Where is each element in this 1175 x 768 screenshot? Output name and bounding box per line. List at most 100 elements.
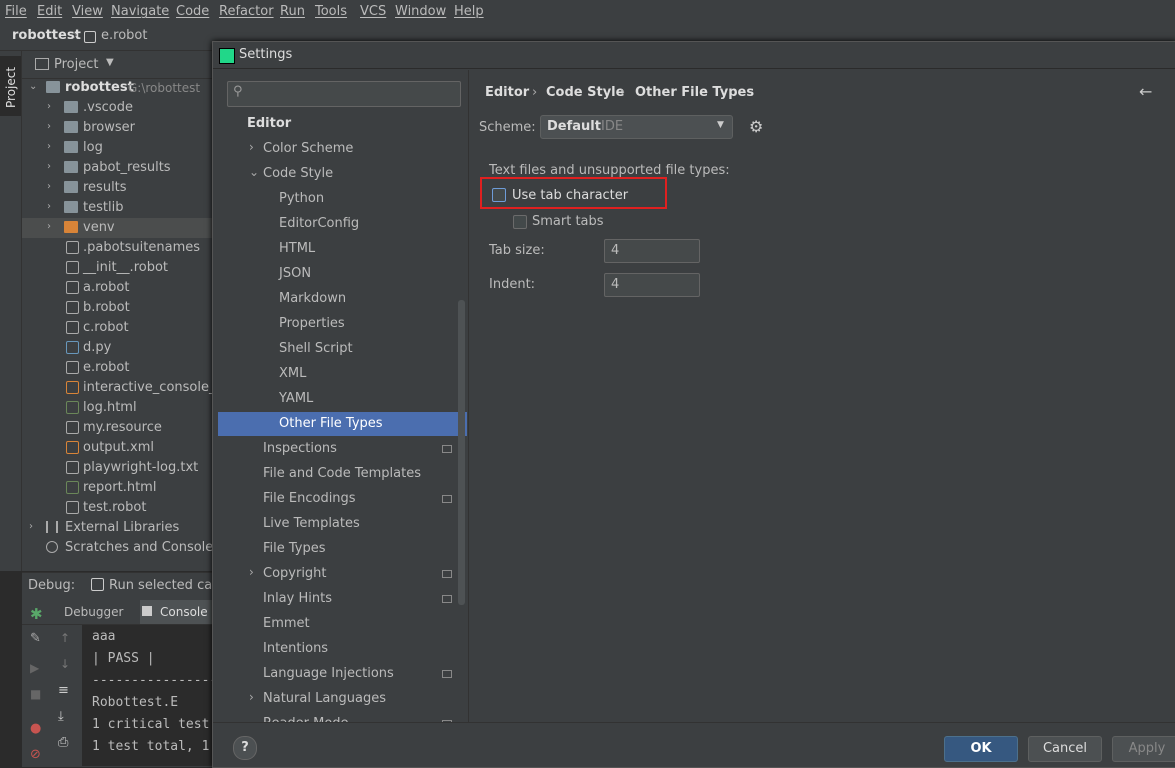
tree-external-libraries[interactable]: › External Libraries [22, 518, 222, 538]
menu-help[interactable]: Help [454, 4, 484, 19]
stop-icon[interactable]: ■ [30, 687, 41, 701]
nav-item[interactable]: Properties [218, 312, 467, 336]
use-tab-label[interactable]: Use tab character [512, 188, 628, 203]
nav-item[interactable]: Shell Script [218, 337, 467, 361]
chevron-right-icon[interactable]: › [47, 101, 51, 112]
breakpoints-icon[interactable]: ● [30, 721, 41, 736]
chevron-down-icon[interactable]: ⌄ [249, 165, 259, 179]
scheme-select[interactable]: Default IDE ▼ [540, 115, 733, 139]
tree-item[interactable]: playwright-log.txt [22, 458, 222, 478]
menu-file[interactable]: File [5, 4, 27, 19]
chevron-right-icon[interactable]: › [249, 690, 254, 704]
chevron-right-icon[interactable]: › [47, 141, 51, 152]
arrow-down-icon[interactable]: ↓ [60, 657, 70, 671]
gear-icon[interactable]: ⚙ [749, 117, 763, 136]
tree-item[interactable]: › .vscode [22, 98, 222, 118]
nav-item[interactable]: › Natural Languages [218, 687, 467, 711]
nav-file[interactable]: e.robot [101, 28, 147, 43]
menu-refactor[interactable]: Refactor [219, 4, 274, 19]
nav-item[interactable]: Inspections [218, 437, 467, 461]
menu-edit[interactable]: Edit [37, 4, 62, 19]
tree-scratches[interactable]: Scratches and Consoles [22, 538, 222, 558]
nav-item[interactable]: Language Injections [218, 662, 467, 686]
nav-item[interactable]: Markdown [218, 287, 467, 311]
tree-item[interactable]: › browser [22, 118, 222, 138]
tree-item[interactable]: › venv [22, 218, 222, 238]
nav-item[interactable]: Inlay Hints [218, 587, 467, 611]
use-tab-checkbox[interactable] [492, 188, 506, 202]
arrow-up-icon[interactable]: ↑ [60, 631, 70, 645]
tree-item[interactable]: interactive_console_ou [22, 378, 222, 398]
menu-run[interactable]: Run [280, 4, 305, 19]
tree-item[interactable]: › testlib [22, 198, 222, 218]
help-button[interactable]: ? [233, 736, 257, 760]
tree-item[interactable]: __init__.robot [22, 258, 222, 278]
tree-root[interactable]: ⌄ robottest G:\robottest [22, 78, 222, 98]
smart-tabs-checkbox[interactable] [513, 215, 527, 229]
mute-breakpoints-icon[interactable]: ⊘ [30, 747, 41, 762]
chevron-right-icon[interactable]: › [47, 121, 51, 132]
tree-item[interactable]: › log [22, 138, 222, 158]
print-icon[interactable]: ⎙ [58, 735, 68, 750]
resume-icon[interactable]: ▶ [30, 661, 39, 675]
console-output[interactable]: aaa | PASS | ---------------- Robottest.E 1 … [82, 625, 222, 766]
chevron-right-icon[interactable]: › [29, 521, 33, 532]
nav-item[interactable]: File and Code Templates [218, 462, 467, 486]
tree-item[interactable]: test.robot [22, 498, 222, 518]
tree-item[interactable]: b.robot [22, 298, 222, 318]
project-tool-tab[interactable]: Project [0, 56, 21, 116]
menu-tools[interactable]: Tools [315, 4, 347, 19]
chevron-down-icon[interactable]: ▼ [106, 57, 114, 68]
cancel-button[interactable]: Cancel [1028, 736, 1102, 762]
nav-item[interactable]: Emmet [218, 612, 467, 636]
ok-button[interactable]: OK [944, 736, 1018, 762]
tree-item[interactable]: .pabotsuitenames [22, 238, 222, 258]
menu-vcs[interactable]: VCS [360, 4, 386, 19]
nav-item[interactable]: Python [218, 187, 467, 211]
nav-item[interactable]: Other File Types [218, 412, 467, 436]
back-arrow-icon[interactable]: ← [1139, 82, 1152, 101]
project-header-label[interactable]: Project [54, 57, 98, 72]
nav-item[interactable]: HTML [218, 237, 467, 261]
tree-item[interactable]: report.html [22, 478, 222, 498]
nav-project[interactable]: robottest [12, 28, 81, 43]
tree-item[interactable]: my.resource [22, 418, 222, 438]
tree-item[interactable]: a.robot [22, 278, 222, 298]
smart-tabs-label[interactable]: Smart tabs [532, 214, 604, 229]
nav-item[interactable]: File Encodings [218, 487, 467, 511]
chevron-right-icon[interactable]: › [249, 140, 254, 154]
apply-button[interactable]: Apply [1112, 736, 1175, 762]
tree-item[interactable]: › results [22, 178, 222, 198]
soft-wrap-icon[interactable]: ≡ [58, 683, 69, 698]
menu-view[interactable]: View [72, 4, 103, 19]
nav-item[interactable]: File Types [218, 537, 467, 561]
settings-search-input[interactable]: ⚲ [227, 81, 461, 107]
nav-item[interactable]: › Copyright [218, 562, 467, 586]
tab-console[interactable]: Console [160, 605, 208, 619]
tree-item[interactable]: e.robot [22, 358, 222, 378]
tree-item[interactable]: log.html [22, 398, 222, 418]
chevron-right-icon[interactable]: › [249, 565, 254, 579]
chevron-right-icon[interactable]: › [47, 181, 51, 192]
nav-scrollbar[interactable] [458, 300, 465, 605]
nav-item[interactable]: EditorConfig [218, 212, 467, 236]
tab-size-field[interactable]: 4 [604, 239, 700, 263]
nav-item[interactable]: XML [218, 362, 467, 386]
nav-item[interactable]: ⌄ Code Style [218, 162, 467, 186]
run-config-tab[interactable]: Run selected case [109, 578, 227, 593]
menu-navigate[interactable]: Navigate [111, 4, 169, 19]
nav-item[interactable]: YAML [218, 387, 467, 411]
tree-item[interactable]: d.py [22, 338, 222, 358]
chevron-right-icon[interactable]: › [47, 201, 51, 212]
wrench-icon[interactable]: ✎ [30, 631, 41, 646]
menu-code[interactable]: Code [176, 4, 209, 19]
chevron-right-icon[interactable]: › [47, 221, 51, 232]
bug-icon[interactable]: ✱ [30, 605, 43, 623]
indent-field[interactable]: 4 [604, 273, 700, 297]
nav-item[interactable]: JSON [218, 262, 467, 286]
scroll-to-end-icon[interactable]: ⤓ [58, 709, 64, 724]
nav-item[interactable]: Live Templates [218, 512, 467, 536]
tab-debugger[interactable]: Debugger [64, 605, 123, 619]
tree-item[interactable]: › pabot_results [22, 158, 222, 178]
tree-item[interactable]: output.xml [22, 438, 222, 458]
